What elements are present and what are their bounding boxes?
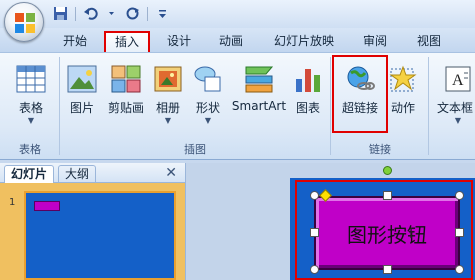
smartart-button-label: SmartArt: [231, 99, 287, 113]
action-button-shape[interactable]: 图形按钮: [314, 196, 460, 270]
action-button-label: 动作: [390, 101, 415, 115]
text-cursor-icon: I: [409, 226, 414, 242]
textbox-button[interactable]: A 文本框 ▼: [432, 59, 475, 126]
chart-button-label: 图表: [295, 101, 320, 115]
table-button[interactable]: 表格 ▼: [6, 59, 56, 126]
slide-number: 1: [9, 197, 16, 208]
customize-qat-icon[interactable]: [154, 5, 171, 22]
resize-handle[interactable]: [383, 191, 392, 200]
close-icon[interactable]: ✕: [165, 165, 177, 181]
photo-album-icon: [150, 59, 186, 93]
qat-separator: [147, 6, 148, 21]
photo-album-button[interactable]: 相册 ▼: [150, 59, 186, 126]
smartart-icon: [230, 59, 288, 93]
resize-handle[interactable]: [310, 228, 319, 237]
redo-icon[interactable]: [124, 5, 141, 22]
group-label-links: 链接: [369, 143, 391, 156]
tab-design[interactable]: 设计: [164, 32, 194, 52]
clipart-button-label: 剪贴画: [107, 101, 144, 115]
tab-insert[interactable]: 插入: [104, 31, 150, 53]
resize-handle[interactable]: [310, 265, 319, 274]
chevron-down-icon: ▼: [27, 116, 35, 125]
action-button-text: 图形按钮: [347, 222, 427, 247]
tab-slides[interactable]: 幻灯片: [4, 165, 55, 183]
tab-slideshow[interactable]: 幻灯片放映: [272, 32, 336, 52]
hyperlink-button-label: 超链接: [341, 101, 378, 115]
ribbon-insert: 表格 ▼ 表格 图片 剪贴画 相册 ▼ 形状 ▼ SmartArt 图表 插图 …: [0, 52, 475, 160]
office-button[interactable]: [4, 2, 44, 42]
chart-icon: [290, 59, 326, 93]
group-label-illustrations: 插图: [184, 143, 206, 156]
rotation-handle[interactable]: [383, 166, 392, 175]
chevron-down-icon: ▼: [204, 116, 212, 125]
textbox-button-label: 文本框: [437, 101, 474, 115]
picture-button[interactable]: 图片: [64, 59, 100, 116]
hyperlink-button[interactable]: 超链接: [332, 55, 388, 133]
smartart-button[interactable]: SmartArt: [230, 59, 288, 113]
action-button[interactable]: 动作: [388, 59, 418, 116]
chevron-down-icon: ▼: [164, 116, 172, 125]
shapes-button-label: 形状: [195, 101, 220, 115]
slide-thumbnail[interactable]: [24, 191, 176, 280]
quick-access-toolbar: [52, 5, 171, 22]
chart-button[interactable]: 图表: [290, 59, 326, 116]
hyperlink-icon: [334, 59, 386, 93]
save-icon[interactable]: [52, 5, 69, 22]
photo-album-button-label: 相册: [155, 101, 180, 115]
slide-pane-tabs: 幻灯片 大纲 ✕: [0, 163, 185, 183]
picture-button-label: 图片: [69, 101, 94, 115]
undo-dropdown-icon[interactable]: [103, 5, 120, 22]
action-icon: [388, 59, 418, 93]
ribbon-tabs: 开始 插入 设计 动画 幻灯片放映 审阅 视图: [0, 28, 475, 53]
group-separator: [59, 57, 60, 155]
shapes-button[interactable]: 形状 ▼: [190, 59, 226, 126]
shapes-icon: [190, 59, 226, 93]
table-button-label: 表格: [18, 101, 43, 115]
picture-icon: [64, 59, 100, 93]
undo-icon[interactable]: [82, 5, 99, 22]
tab-review[interactable]: 审阅: [360, 32, 390, 52]
tab-animation[interactable]: 动画: [216, 32, 246, 52]
group-separator: [330, 57, 331, 155]
group-label-table: 表格: [19, 143, 41, 156]
resize-handle[interactable]: [310, 191, 319, 200]
clipart-button[interactable]: 剪贴画: [104, 59, 148, 116]
resize-handle[interactable]: [455, 228, 464, 237]
tab-outline[interactable]: 大纲: [58, 165, 97, 183]
table-icon: [6, 59, 56, 93]
tab-home[interactable]: 开始: [60, 32, 90, 52]
textbox-icon: A: [432, 59, 475, 93]
group-separator: [428, 57, 429, 155]
resize-handle[interactable]: [455, 265, 464, 274]
chevron-down-icon: ▼: [454, 116, 462, 125]
thumbnail-action-button: [34, 201, 60, 211]
office-logo-icon: [15, 13, 35, 33]
resize-handle[interactable]: [455, 191, 464, 200]
qat-separator: [75, 6, 76, 21]
clipart-icon: [104, 59, 148, 93]
tab-view[interactable]: 视图: [414, 32, 444, 52]
svg-text:A: A: [452, 72, 464, 89]
resize-handle[interactable]: [383, 265, 392, 274]
